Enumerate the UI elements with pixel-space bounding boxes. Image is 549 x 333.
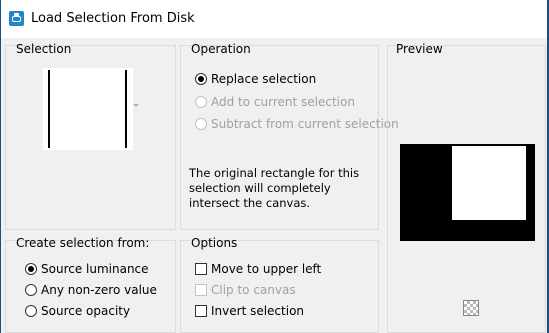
- add-to-selection-label: Add to current selection: [211, 95, 355, 109]
- preview-image: [400, 144, 535, 241]
- radio-icon: [195, 118, 207, 130]
- operation-group-label: Operation: [191, 42, 251, 56]
- thumbnail-left-bar: [48, 70, 50, 148]
- invert-selection-label: Invert selection: [211, 304, 305, 318]
- move-to-upper-left-label: Move to upper left: [211, 262, 322, 276]
- title-bar: Load Selection From Disk: [1, 0, 547, 38]
- transparency-checker-icon[interactable]: [463, 300, 479, 316]
- radio-icon: [195, 96, 207, 108]
- load-selection-dialog: Load Selection From Disk Selection Opera…: [0, 0, 549, 333]
- options-group-label: Options: [191, 236, 238, 250]
- selection-thumbnail-dropdown[interactable]: [43, 68, 133, 150]
- window-title: Load Selection From Disk: [31, 11, 195, 26]
- radio-icon: [25, 284, 37, 296]
- radio-icon: [25, 263, 37, 275]
- selection-group-label: Selection: [16, 42, 72, 56]
- operation-info-text: The original rectangle for this selectio…: [189, 166, 360, 210]
- create-from-group-label: Create selection from:: [16, 236, 150, 250]
- source-luminance-label: Source luminance: [41, 262, 149, 276]
- radio-icon: [195, 73, 207, 85]
- radio-icon: [25, 305, 37, 317]
- any-non-zero-value-label: Any non-zero value: [41, 283, 157, 297]
- checkbox-icon: [195, 263, 207, 275]
- clip-to-canvas-label: Clip to canvas: [211, 283, 296, 297]
- preview-group-label: Preview: [396, 42, 443, 56]
- replace-selection-label: Replace selection: [211, 72, 317, 86]
- thumbnail-right-bar: [125, 70, 127, 148]
- source-opacity-label: Source opacity: [41, 304, 131, 318]
- checkbox-icon: [195, 305, 207, 317]
- subtract-from-selection-label: Subtract from current selection: [211, 117, 399, 131]
- paint-app-icon: [9, 11, 24, 26]
- preview-selection-area: [452, 146, 526, 220]
- checkbox-icon: [195, 284, 207, 296]
- dropdown-arrow-icon[interactable]: [133, 104, 139, 107]
